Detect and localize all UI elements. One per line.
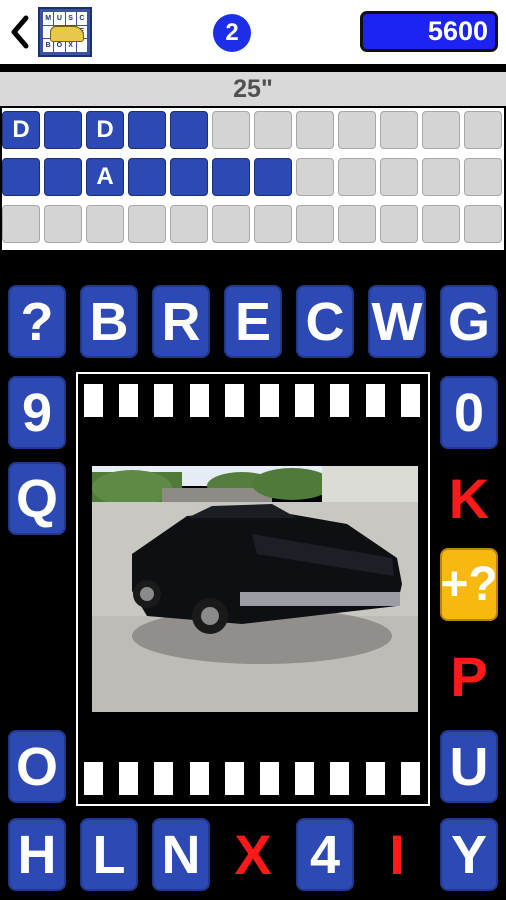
app-logo: MUSCLEBOX bbox=[38, 7, 92, 57]
answer-slot[interactable] bbox=[212, 111, 250, 149]
answer-slot[interactable] bbox=[170, 205, 208, 243]
letter-key[interactable]: O bbox=[8, 730, 66, 803]
letter-key[interactable]: X bbox=[224, 818, 282, 891]
answer-slot[interactable] bbox=[380, 205, 418, 243]
film-frame bbox=[76, 372, 430, 806]
answer-slot[interactable] bbox=[380, 111, 418, 149]
answer-slot[interactable] bbox=[2, 205, 40, 243]
letter-key[interactable]: ? bbox=[8, 285, 66, 358]
letter-key[interactable]: 9 bbox=[8, 376, 66, 449]
letter-key[interactable]: W bbox=[368, 285, 426, 358]
back-arrow-icon[interactable] bbox=[8, 14, 32, 50]
film-perforation bbox=[295, 762, 315, 795]
letter-key[interactable]: Q bbox=[8, 462, 66, 535]
answer-slot[interactable] bbox=[254, 205, 292, 243]
answer-slot[interactable] bbox=[170, 111, 208, 149]
film-perforation bbox=[365, 762, 385, 795]
answer-board: DDA bbox=[2, 108, 504, 250]
answer-slot[interactable] bbox=[212, 158, 250, 196]
answer-slot[interactable]: D bbox=[2, 111, 40, 149]
film-perforation bbox=[400, 384, 420, 417]
answer-slot[interactable] bbox=[464, 111, 502, 149]
answer-slot[interactable] bbox=[44, 158, 82, 196]
letter-key[interactable]: P bbox=[440, 640, 498, 713]
answer-slot[interactable] bbox=[128, 111, 166, 149]
letter-key[interactable]: L bbox=[80, 818, 138, 891]
answer-slot[interactable]: D bbox=[86, 111, 124, 149]
film-perforation bbox=[189, 384, 209, 417]
film-perforation bbox=[84, 762, 103, 795]
letter-key[interactable]: C bbox=[296, 285, 354, 358]
answer-slot[interactable] bbox=[212, 205, 250, 243]
film-perforation bbox=[260, 762, 279, 795]
answer-slot[interactable] bbox=[464, 205, 502, 243]
logo-letter: M bbox=[43, 12, 54, 25]
answer-slot[interactable] bbox=[422, 205, 460, 243]
answer-slot[interactable] bbox=[422, 111, 460, 149]
hint-button[interactable]: +? bbox=[440, 548, 498, 621]
film-perforation bbox=[224, 762, 244, 795]
answer-slot[interactable] bbox=[338, 158, 376, 196]
film-perforation bbox=[260, 384, 279, 417]
letter-key[interactable]: Y bbox=[440, 818, 498, 891]
answer-slot[interactable] bbox=[254, 111, 292, 149]
film-perforation bbox=[224, 384, 244, 417]
answer-slot[interactable] bbox=[422, 158, 460, 196]
answer-slot[interactable] bbox=[338, 111, 376, 149]
letter-key[interactable]: H bbox=[8, 818, 66, 891]
film-perforation bbox=[295, 384, 315, 417]
answer-slot[interactable] bbox=[128, 205, 166, 243]
logo-letter: U bbox=[54, 12, 65, 25]
answer-slot[interactable] bbox=[2, 158, 40, 196]
answer-slot[interactable] bbox=[380, 158, 418, 196]
film-perforation bbox=[330, 762, 350, 795]
film-perforation bbox=[154, 762, 174, 795]
film-perforation bbox=[330, 384, 350, 417]
letter-key[interactable]: K bbox=[440, 462, 498, 535]
letter-key[interactable]: 0 bbox=[440, 376, 498, 449]
answer-slot[interactable] bbox=[338, 205, 376, 243]
answer-slot[interactable] bbox=[464, 158, 502, 196]
letter-key[interactable]: B bbox=[80, 285, 138, 358]
film-perforation bbox=[154, 384, 174, 417]
answer-slot[interactable] bbox=[254, 158, 292, 196]
letter-key[interactable]: U bbox=[440, 730, 498, 803]
letter-key[interactable]: E bbox=[224, 285, 282, 358]
letter-key[interactable]: 4 bbox=[296, 818, 354, 891]
film-perforation bbox=[400, 762, 420, 795]
letter-key[interactable]: R bbox=[152, 285, 210, 358]
logo-car-icon bbox=[50, 26, 84, 42]
coins-counter[interactable]: 5600 bbox=[360, 11, 498, 52]
timer: 25" bbox=[0, 72, 506, 106]
logo-letter: S bbox=[65, 12, 76, 25]
film-perforation bbox=[189, 762, 209, 795]
letter-key[interactable]: N bbox=[152, 818, 210, 891]
letter-key[interactable]: I bbox=[368, 818, 426, 891]
answer-slot[interactable] bbox=[86, 205, 124, 243]
answer-slot[interactable] bbox=[44, 205, 82, 243]
logo-letter: C bbox=[76, 12, 87, 25]
answer-slot[interactable]: A bbox=[86, 158, 124, 196]
film-perforation bbox=[84, 384, 103, 417]
level-badge: 2 bbox=[213, 14, 251, 52]
top-bar: MUSCLEBOX 2 5600 bbox=[0, 0, 506, 64]
answer-slot[interactable] bbox=[128, 158, 166, 196]
film-perforation bbox=[119, 384, 139, 417]
answer-slot[interactable] bbox=[296, 111, 334, 149]
answer-slot[interactable] bbox=[296, 158, 334, 196]
answer-slot[interactable] bbox=[44, 111, 82, 149]
answer-slot[interactable] bbox=[296, 205, 334, 243]
answer-slot[interactable] bbox=[170, 158, 208, 196]
letter-key[interactable]: G bbox=[440, 285, 498, 358]
film-perforation bbox=[365, 384, 385, 417]
film-perforation bbox=[119, 762, 139, 795]
car-photo bbox=[92, 466, 418, 712]
